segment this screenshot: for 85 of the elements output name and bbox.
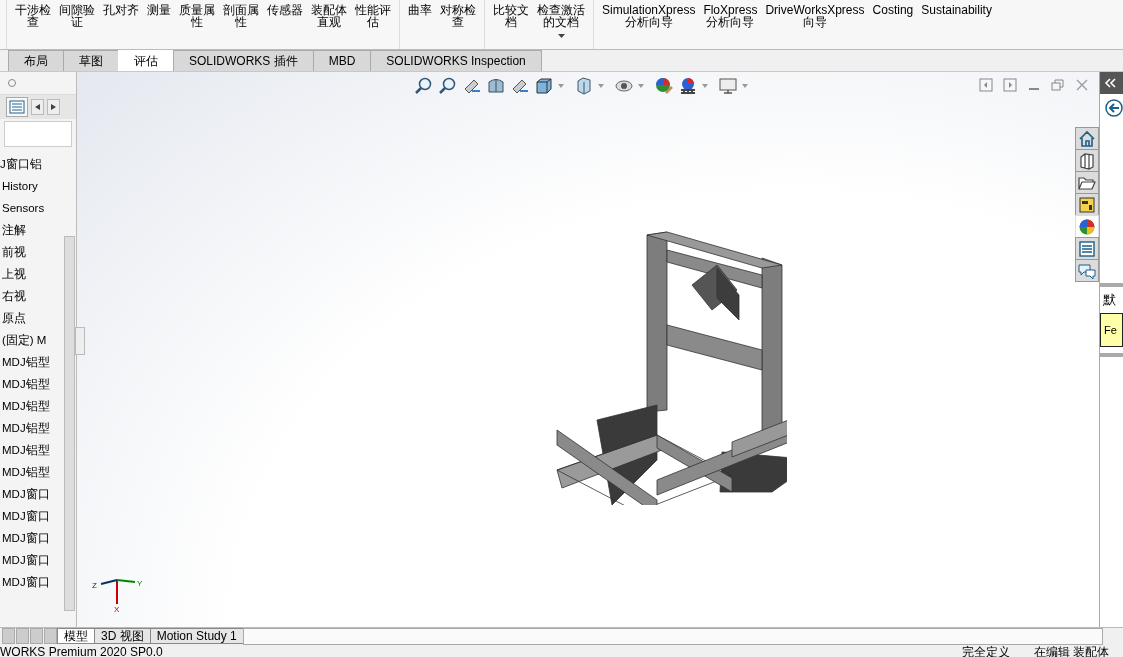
tree-item[interactable]: MDJ铝型 <box>0 373 50 395</box>
zoom-fit-icon[interactable] <box>414 76 434 96</box>
scroll-left-button[interactable] <box>31 99 44 115</box>
ribbon-button[interactable]: DriveWorksXpress 向导 <box>761 0 869 28</box>
ribbon-button[interactable]: 曲率 <box>404 0 436 16</box>
splitter-handle[interactable] <box>75 327 85 355</box>
tree-item[interactable]: 注解 <box>0 219 26 241</box>
status-mode: 在编辑 装配体 <box>1033 645 1109 657</box>
tree-item[interactable]: MDJ铝型 <box>0 461 50 483</box>
tree-item[interactable]: MDJ窗口 <box>0 571 50 593</box>
caret-icon[interactable] <box>702 84 708 88</box>
ribbon-button[interactable]: 间隙验证 <box>55 0 99 28</box>
scroll-right-button[interactable] <box>47 99 60 115</box>
tree-item[interactable]: MDJ窗口 <box>0 483 50 505</box>
double-chevron-icon <box>1104 77 1116 88</box>
tree-item[interactable]: MDJ铝型 <box>0 395 50 417</box>
ribbon-button[interactable]: 对称检查 <box>436 0 480 28</box>
filter-field[interactable] <box>4 121 72 147</box>
left-arrow-icon <box>35 103 40 110</box>
caret-icon[interactable] <box>598 84 604 88</box>
ribbon-button[interactable]: SimulationXpress 分析向导 <box>598 0 700 28</box>
ribbon-tab[interactable]: MBD <box>312 50 372 71</box>
ribbon-button[interactable]: 孔对齐 <box>99 0 143 16</box>
right-arrow-icon <box>51 103 56 110</box>
ribbon-tab[interactable]: 评估 <box>118 50 174 71</box>
document-tab[interactable]: Motion Study 1 <box>149 628 244 644</box>
task-pane-tab[interactable] <box>1075 259 1099 282</box>
tree-item[interactable]: 原点 <box>0 307 26 329</box>
ribbon-button[interactable]: Sustainability <box>917 0 996 16</box>
tree-item[interactable]: MDJ铝型 <box>0 417 50 439</box>
ribbon-button[interactable]: 检查激活的文档 <box>533 0 589 38</box>
caret-icon[interactable] <box>742 84 748 88</box>
next-window-icon[interactable] <box>1003 78 1017 92</box>
ribbon-button[interactable]: 测量 <box>143 0 175 16</box>
zoom-area-icon[interactable] <box>438 76 458 96</box>
status-product: WORKS Premium 2020 SP0.0 <box>0 645 163 657</box>
ribbon-button[interactable]: 比较文档 <box>489 0 533 28</box>
ribbon-button[interactable]: 剖面属性 <box>219 0 263 28</box>
monitor-icon[interactable] <box>718 76 738 96</box>
document-tab[interactable]: 3D 视图 <box>94 628 151 644</box>
ribbon-button[interactable]: 干涉检查 <box>11 0 55 28</box>
task-pane-tab[interactable] <box>1075 149 1099 172</box>
previous-window-icon[interactable] <box>979 78 993 92</box>
tree-item[interactable]: 上视 <box>0 263 26 285</box>
color-pencil-icon[interactable] <box>654 76 674 96</box>
caret-icon[interactable] <box>638 84 644 88</box>
collapse-button[interactable] <box>1100 72 1123 94</box>
tree-item[interactable]: MDJ窗口 <box>0 527 50 549</box>
task-pane-tab[interactable] <box>1075 237 1099 260</box>
ribbon-tab[interactable]: 布局 <box>8 50 64 71</box>
axis-triad-drawing: Z Y X <box>89 562 149 612</box>
tree-item[interactable]: 前视 <box>0 241 26 263</box>
ribbon-button[interactable]: FloXpress 分析向导 <box>699 0 762 28</box>
tree-item[interactable]: 右视 <box>0 285 26 307</box>
tooltip-note: Fe <box>1100 313 1123 347</box>
tree-item[interactable]: MDJ窗口 <box>0 549 50 571</box>
tree-item[interactable]: MDJ窗口 <box>0 505 50 527</box>
task-pane-tab[interactable] <box>1075 193 1099 216</box>
tree-item[interactable]: Sensors <box>0 197 45 219</box>
scrollbar[interactable] <box>64 236 75 611</box>
cube-icon[interactable] <box>534 76 554 96</box>
panel-heading: 默 <box>1102 291 1117 309</box>
ribbon-button[interactable]: 装配体直观 <box>307 0 351 28</box>
box-icon[interactable] <box>574 76 594 96</box>
tree-item[interactable]: J窗口铝 <box>0 153 42 175</box>
restore-icon[interactable] <box>1051 78 1065 92</box>
ribbon-tab[interactable]: 草图 <box>63 50 119 71</box>
task-pane-tab[interactable] <box>1075 127 1099 150</box>
document-tab[interactable]: 模型 <box>57 628 95 644</box>
tree-item[interactable]: MDJ铝型 <box>0 351 50 373</box>
caret-icon[interactable] <box>558 84 564 88</box>
tree-item[interactable]: History <box>0 175 38 197</box>
ribbon-tab[interactable]: SOLIDWORKS Inspection <box>370 50 542 71</box>
ribbon-button[interactable]: 质量属性 <box>175 0 219 28</box>
tree-item[interactable]: MDJ铝型 <box>0 439 50 461</box>
ribbon-button[interactable]: Costing <box>868 0 918 16</box>
ribbon-button[interactable]: 传感器 <box>263 0 307 16</box>
ribbon-button[interactable]: 性能评估 <box>351 0 395 28</box>
task-pane-tab[interactable] <box>1075 171 1099 194</box>
section-view-icon[interactable] <box>486 76 506 96</box>
close-icon[interactable] <box>1075 78 1089 92</box>
horizontal-scrollbar[interactable] <box>242 628 1103 645</box>
scene-icon[interactable] <box>678 76 698 96</box>
ribbon-tab[interactable]: SOLIDWORKS 插件 <box>173 50 314 71</box>
tree-item[interactable]: (固定) M <box>0 329 47 351</box>
